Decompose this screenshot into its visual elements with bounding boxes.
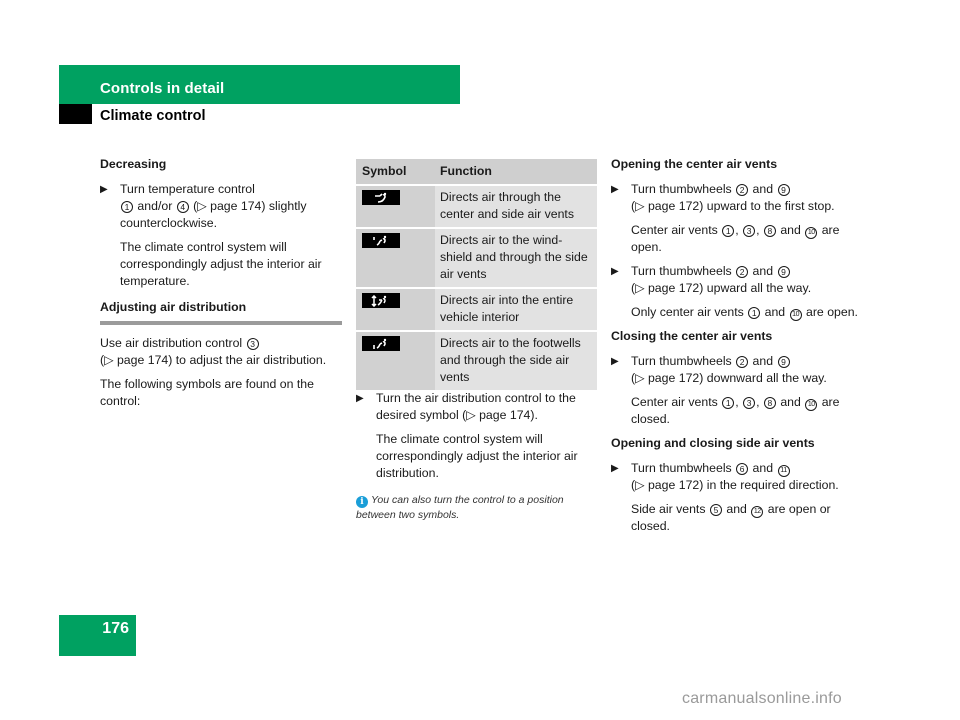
function-description: Directs air into the entire vehicle inte…: [435, 289, 597, 330]
callout-number: 10: [805, 399, 818, 411]
symbol-function-table: Symbol Function Directs air through the …: [356, 159, 597, 392]
section-title: Controls in detail: [100, 80, 225, 97]
step-thumbwheels-first-stop: ▶ Turn thumbwheels 2 and 9 (▷ page 172) …: [611, 182, 835, 213]
callout-number: 4: [176, 201, 189, 213]
step-thumbwheels-side: ▶ Turn thumbwheels 6 and 11 (▷ page 172)…: [611, 461, 839, 492]
air-entire-interior-icon: [362, 293, 400, 308]
air-footwells-side-vents-icon: [362, 336, 400, 351]
step-result: Center air vents 1, 3, 8 and 10 are clos…: [631, 395, 840, 426]
function-description: Directs air to the wind-shield and throu…: [435, 229, 597, 287]
callout-number: 3: [743, 397, 756, 409]
callout-number: 2: [736, 356, 749, 368]
callout-number: 2: [736, 266, 749, 278]
callout-number: 9: [777, 184, 790, 196]
heading-decreasing: Decreasing: [100, 157, 167, 171]
page-reference[interactable]: (▷ page 172) upward to the first stop.: [631, 199, 835, 213]
step-result: Side air vents 5 and 12 are open or clos…: [631, 502, 831, 533]
function-description: Directs air to the footwells and through…: [435, 332, 597, 390]
column-left: Decreasing ▶ Turn temperature control 1 …: [100, 156, 342, 417]
callout-number: 9: [777, 266, 790, 278]
page-reference[interactable]: (▷ page 172) in the required direction.: [631, 478, 839, 492]
step-arrow-icon: ▶: [100, 184, 108, 195]
page-number-badge: 176: [59, 615, 136, 656]
paragraph-symbols-intro: The following symbols are found on the c…: [100, 377, 314, 408]
step-arrow-icon: ▶: [356, 393, 364, 404]
air-windshield-side-vents-icon: [362, 233, 400, 248]
callout-number: 3: [743, 225, 756, 237]
step-arrow-icon: ▶: [611, 184, 619, 195]
callout-number: 12: [751, 506, 764, 518]
callout-number: 1: [748, 307, 761, 319]
callout-number: 11: [777, 465, 790, 477]
page-reference[interactable]: (▷ page 172) upward all the way.: [631, 281, 811, 295]
callout-number: 1: [722, 397, 735, 409]
callout-number: 8: [763, 225, 776, 237]
heading-opening-center-vents: Opening the center air vents: [611, 157, 778, 171]
info-note-text: You can also turn the control to a posit…: [356, 494, 564, 521]
step-result: Only center air vents 1 and 10 are open.: [631, 305, 858, 321]
step-result: Center air vents 1, 3, 8 and 10 are open…: [631, 223, 840, 254]
page-reference[interactable]: (▷ page 174) to adjust the air distribut…: [100, 353, 326, 367]
step-arrow-icon: ▶: [611, 266, 619, 277]
table-row: Directs air into the entire vehicle inte…: [356, 289, 597, 332]
callout-number: 10: [805, 227, 818, 239]
step-thumbwheels-all-the-way: ▶ Turn thumbwheels 2 and 9 (▷ page 172) …: [611, 264, 812, 295]
step-thumbwheels-downward: ▶ Turn thumbwheels 2 and 9 (▷ page 172) …: [611, 354, 827, 385]
heading-closing-center-vents: Closing the center air vents: [611, 329, 773, 343]
step-result: The climate control system will correspo…: [376, 432, 578, 480]
function-description: Directs air through the center and side …: [435, 186, 597, 227]
column-header-function: Function: [435, 159, 597, 184]
heading-side-vents: Opening and closing side air vents: [611, 436, 815, 450]
subsection-marker: [59, 104, 92, 124]
callout-number: 5: [709, 504, 722, 516]
column-middle: ▶ Turn the air distribution control to t…: [356, 390, 596, 489]
air-center-side-vents-icon: [362, 190, 400, 205]
callout-number: 6: [736, 463, 749, 475]
callout-number: 1: [121, 201, 133, 213]
callout-number: 2: [736, 184, 749, 196]
table-header-row: Symbol Function: [356, 159, 597, 186]
step-arrow-icon: ▶: [611, 463, 619, 474]
info-icon: i: [356, 496, 368, 508]
step-result: The climate control system will correspo…: [120, 240, 322, 288]
table-row: Directs air to the footwells and through…: [356, 332, 597, 392]
heading-adjusting-air-distribution: Adjusting air distribution: [100, 299, 342, 325]
page-reference[interactable]: (▷ page 172) downward all the way.: [631, 371, 827, 385]
callout-number: 3: [246, 338, 259, 350]
info-note: i You can also turn the control to a posi…: [356, 493, 596, 523]
table-row: Directs air through the center and side …: [356, 186, 597, 229]
step-turn-temperature: ▶ Turn temperature control 1 and/or 4 (▷…: [100, 182, 307, 230]
callout-number: 10: [789, 309, 802, 321]
callout-number: 1: [722, 225, 735, 237]
column-header-symbol: Symbol: [356, 159, 435, 184]
column-right: Opening the center air vents ▶ Turn thum…: [611, 156, 861, 542]
page-number: 176: [102, 620, 129, 637]
callout-number: 9: [777, 356, 790, 368]
step-arrow-icon: ▶: [611, 356, 619, 367]
paragraph-use-control: Use air distribution control 3 (▷ page 1…: [100, 336, 327, 367]
step-turn-distribution-control: ▶ Turn the air distribution control to t…: [356, 391, 576, 422]
subsection-title: Climate control: [100, 108, 206, 124]
table-row: Directs air to the wind-shield and throu…: [356, 229, 597, 289]
callout-number: 8: [763, 397, 776, 409]
watermark: carmanualsonline.info: [682, 690, 842, 707]
